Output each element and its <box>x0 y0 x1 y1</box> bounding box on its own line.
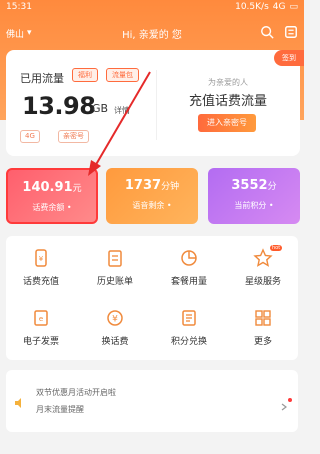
sign-in-badge[interactable]: 签到 <box>274 50 304 66</box>
invoice-icon: e <box>31 308 51 328</box>
balance-label: 话费余额 • <box>32 203 72 212</box>
location-dropdown-icon: ▾ <box>27 28 32 38</box>
service-label: 更多 <box>253 337 272 347</box>
intimate-number-chip[interactable]: 亲密号 <box>58 130 89 143</box>
voice-unit: 分钟 <box>161 182 180 192</box>
service-invoice[interactable]: e 电子发票 <box>6 302 76 352</box>
service-label: 电子发票 <box>22 337 59 347</box>
service-label: 星级服务 <box>244 277 281 287</box>
svg-text:¥: ¥ <box>112 315 118 325</box>
used-data-amount: 13.98 <box>22 92 96 120</box>
svg-text:e: e <box>39 315 43 323</box>
points-label: 当前积分 • <box>234 201 274 210</box>
hot-badge: hot <box>270 245 283 251</box>
service-recharge[interactable]: ¥ 话费充值 <box>6 242 76 292</box>
star-icon <box>253 248 273 268</box>
phone-recharge-icon: ¥ <box>31 248 51 268</box>
service-label: 话费充值 <box>22 277 59 287</box>
more-grid-icon <box>253 308 273 328</box>
service-bill[interactable]: 历史账单 <box>80 242 150 292</box>
speaker-icon <box>14 394 26 408</box>
balance-card[interactable]: 140.91元 话费余额 • <box>6 168 98 224</box>
location-label: 佛山 <box>6 29 25 40</box>
services-grid: ¥ 话费充值 历史账单 套餐用量 hot 星级服务 e 电子发票 ¥ 换话费 积… <box>6 236 298 360</box>
voice-label: 语音剩余 • <box>132 201 172 210</box>
notice-line-1[interactable]: 双节优惠月活动开启啦 <box>36 387 116 398</box>
service-exchange[interactable]: ¥ 换话费 <box>80 302 150 352</box>
voice-value: 1737 <box>124 178 162 193</box>
enter-intimate-button[interactable]: 进入亲密号 <box>198 114 256 132</box>
status-time: 15:31 <box>6 2 32 12</box>
service-more[interactable]: 更多 <box>228 302 298 352</box>
service-label: 换话费 <box>101 337 129 347</box>
service-label: 历史账单 <box>96 277 133 287</box>
service-points[interactable]: 积分兑换 <box>154 302 224 352</box>
message-icon[interactable] <box>284 24 298 43</box>
unread-dot <box>288 398 292 402</box>
data-usage-card[interactable]: 已用流量 福利 流量包 13.98 GB 详情 4G 亲密号 为亲爱的人 充值话… <box>6 50 304 156</box>
service-label: 套餐用量 <box>170 277 207 287</box>
network-speed: 10.5K/s <box>235 2 269 12</box>
points-card[interactable]: 3552分 当前积分 • <box>208 168 300 224</box>
used-data-unit: GB <box>92 102 109 115</box>
chevron-right-icon[interactable] <box>280 396 288 411</box>
pie-chart-icon <box>179 248 199 268</box>
points-unit: 分 <box>267 182 277 192</box>
balance-value: 140.91 <box>22 180 73 195</box>
recharge-title: 充值话费流量 <box>188 94 267 109</box>
signal-type: 4G <box>272 2 286 12</box>
points-value: 3552 <box>231 178 268 193</box>
notice-card[interactable]: 双节优惠月活动开启啦 月末流量提醒 <box>6 370 298 432</box>
bill-icon <box>105 248 125 268</box>
location-selector[interactable]: 佛山 ▾ <box>6 27 32 40</box>
balance-unit: 元 <box>72 184 82 194</box>
search-icon[interactable] <box>260 24 274 43</box>
network-chip: 4G <box>20 130 40 143</box>
voice-card[interactable]: 1737分钟 语音剩余 • <box>106 168 198 224</box>
points-icon <box>179 308 199 328</box>
top-bar: 佛山 ▾ Hi, 亲爱的 您 <box>0 20 304 46</box>
greeting-text: Hi, 亲爱的 您 <box>122 29 182 41</box>
used-data-title: 已用流量 <box>20 72 64 85</box>
service-usage[interactable]: 套餐用量 <box>154 242 224 292</box>
for-loved-one-text: 为亲爱的人 <box>208 78 248 87</box>
status-bar: 15:31 10.5K/s 4G ▭ <box>0 0 304 14</box>
svg-text:¥: ¥ <box>39 255 44 263</box>
battery-icon: ▭ <box>289 2 298 12</box>
welfare-tag[interactable]: 福利 <box>72 68 98 82</box>
data-pack-tag[interactable]: 流量包 <box>106 68 139 82</box>
detail-link[interactable]: 详情 <box>114 105 130 116</box>
service-star[interactable]: hot 星级服务 <box>228 242 298 292</box>
service-label: 积分兑换 <box>170 337 207 347</box>
notice-line-2[interactable]: 月末流量提醒 <box>36 404 84 415</box>
yuan-icon: ¥ <box>105 308 125 328</box>
